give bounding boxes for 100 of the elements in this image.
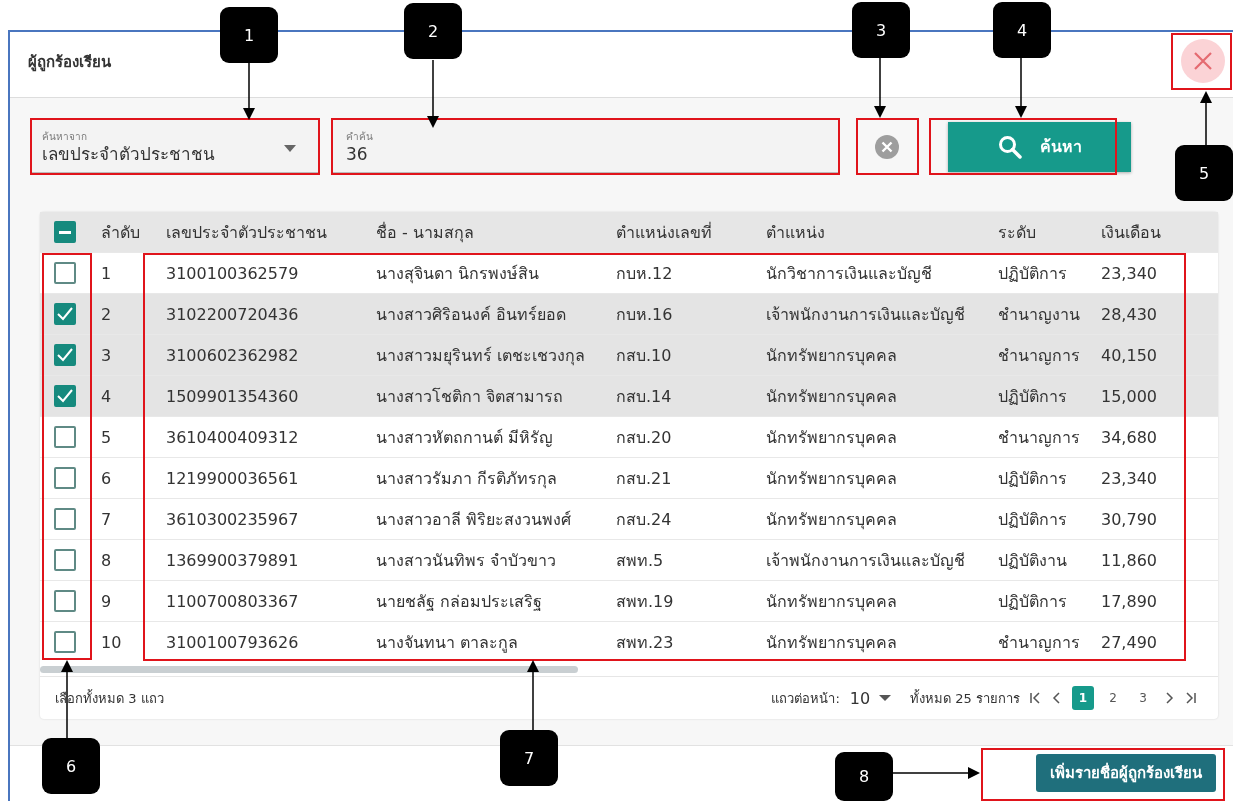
column-header: เลขประจำตัวประชาชน (160, 212, 370, 253)
close-button[interactable] (1181, 38, 1225, 83)
add-complainee-button[interactable]: เพิ่มรายชื่อผู้ถูกร้องเรียน (1036, 754, 1216, 792)
table-cell: 3102200720436 (160, 293, 370, 335)
table-cell: กสบ.10 (610, 334, 760, 376)
table-cell: นางสาวนันทิพร จำบัวขาว (370, 539, 610, 581)
table-cell: ชำนาญการ (992, 416, 1095, 458)
column-header: ชื่อ - นามสกุล (370, 212, 610, 253)
table-cell: 30,790 (1095, 498, 1218, 540)
table-cell: เจ้าพนักงานการเงินและบัญชี (760, 293, 992, 335)
column-header: ลำดับ (95, 212, 160, 253)
table-cell: ชำนาญงาน (992, 293, 1095, 335)
table-cell: 3100602362982 (160, 334, 370, 376)
callout-badge: 7 (500, 730, 558, 786)
checkbox[interactable] (54, 262, 76, 284)
table-cell: 23,340 (1095, 457, 1218, 499)
caret-icon (284, 144, 296, 152)
table-cell: สพท.23 (610, 621, 760, 662)
table-cell: นักทรัพยากรบุคคล (760, 621, 992, 662)
close-icon (1193, 50, 1213, 71)
checkbox[interactable] (54, 590, 76, 612)
callout-badge: 1 (220, 7, 278, 63)
checkbox[interactable] (54, 508, 76, 530)
table-cell: กสบ.20 (610, 416, 760, 458)
table-cell: กสบ.21 (610, 457, 760, 499)
table-cell: 5 (95, 416, 160, 458)
table-cell: 4 (95, 375, 160, 417)
table-cell: 3610300235967 (160, 498, 370, 540)
dialog-title: ผู้ถูกร้องเรียน (28, 51, 111, 74)
table-cell: ปฏิบัติการ (992, 375, 1095, 417)
table-cell: นางสาวโชติกา จิตสามารถ (370, 375, 610, 417)
callout-badge: 6 (42, 738, 100, 794)
search-term-input[interactable]: 36 (346, 143, 830, 165)
table-cell: นางสาวหัตถกานต์ มีหิรัญ (370, 416, 610, 458)
scrollbar[interactable] (40, 665, 578, 673)
search-term-field[interactable]: คำค้น 36 (332, 120, 838, 173)
highlight-frame (1171, 33, 1232, 90)
page-button[interactable]: 3 (1132, 686, 1154, 710)
table-cell: 11,860 (1095, 539, 1218, 581)
table-cell: นางจันทนา ตาละกูล (370, 621, 610, 662)
table-cell: 2 (95, 293, 160, 335)
search-by-dropdown[interactable]: ค้นหาจาก เลขประจำตัวประชาชน (32, 120, 318, 173)
table-cell: เจ้าพนักงานการเงินและบัญชี (760, 539, 992, 581)
first-page-icon[interactable] (1028, 691, 1042, 705)
minus-icon (59, 230, 71, 234)
clear-button[interactable] (875, 134, 899, 159)
clear-icon (875, 134, 899, 159)
total-count: ทั้งหมด 25 รายการ (910, 688, 1020, 708)
page-button[interactable]: 2 (1102, 686, 1124, 710)
column-header: เงินเดือน (1095, 212, 1218, 253)
table-cell: 15,000 (1095, 375, 1218, 417)
table-cell: กสบ.14 (610, 375, 760, 417)
checkbox[interactable] (54, 426, 76, 448)
callout-arrow (243, 62, 255, 120)
callout-badge: 5 (1175, 145, 1233, 201)
checkbox[interactable] (54, 344, 76, 366)
table-cell: 28,430 (1095, 293, 1218, 335)
last-page-icon[interactable] (1184, 691, 1198, 705)
callout-badge: 2 (404, 3, 462, 59)
table-cell: 27,490 (1095, 621, 1218, 662)
table-cell: 9 (95, 580, 160, 622)
table-cell: 1219900036561 (160, 457, 370, 499)
callout-arrow (874, 55, 886, 118)
table-cell: นางสาวมยุรินทร์ เตชะเชวงกุล (370, 334, 610, 376)
table-cell: นักทรัพยากรบุคคล (760, 334, 992, 376)
rows-per-page-label: แถวต่อหน้า: (771, 689, 840, 708)
checkbox[interactable] (54, 631, 76, 653)
table-cell: 3100100793626 (160, 621, 370, 662)
column-header: ตำแหน่งเลขที่ (610, 212, 760, 253)
checkbox[interactable] (54, 549, 76, 571)
callout-arrow (527, 660, 539, 731)
table-cell: สพท.19 (610, 580, 760, 622)
table-cell: ปฏิบัติการ (992, 498, 1095, 540)
search-icon (997, 134, 1022, 159)
table-cell: นักทรัพยากรบุคคล (760, 580, 992, 622)
column-header: ระดับ (992, 212, 1095, 253)
table-cell: นักทรัพยากรบุคคล (760, 375, 992, 417)
table-cell: กสบ.24 (610, 498, 760, 540)
callout-badge: 4 (993, 2, 1051, 58)
table-cell: ปฏิบัติการ (992, 457, 1095, 499)
field-label: ค้นหาจาก (42, 131, 88, 143)
checkbox[interactable] (54, 221, 76, 243)
table-cell: นักทรัพยากรบุคคล (760, 457, 992, 499)
table-cell: นางสาวศิริอนงค์ อินทร์ยอด (370, 293, 610, 335)
table-cell: 10 (95, 621, 160, 662)
highlight-frame (856, 118, 919, 175)
checkbox[interactable] (54, 467, 76, 489)
rows-per-page-dropdown[interactable]: 10 (849, 688, 871, 708)
checkbox[interactable] (54, 385, 76, 407)
callout-badge: 3 (852, 2, 910, 58)
table-cell: 1509901354360 (160, 375, 370, 417)
table-cell: ปฏิบัติงาน (992, 539, 1095, 581)
table-cell: 7 (95, 498, 160, 540)
table-cell: นางสาวรัมภา กีรติภัทรกุล (370, 457, 610, 499)
checkbox[interactable] (54, 303, 76, 325)
callout-arrow (1200, 91, 1212, 146)
table-cell: ปฏิบัติการ (992, 580, 1095, 622)
table-cell: สพท.5 (610, 539, 760, 581)
column-header: ตำแหน่ง (760, 212, 992, 253)
table-cell: 40,150 (1095, 334, 1218, 376)
